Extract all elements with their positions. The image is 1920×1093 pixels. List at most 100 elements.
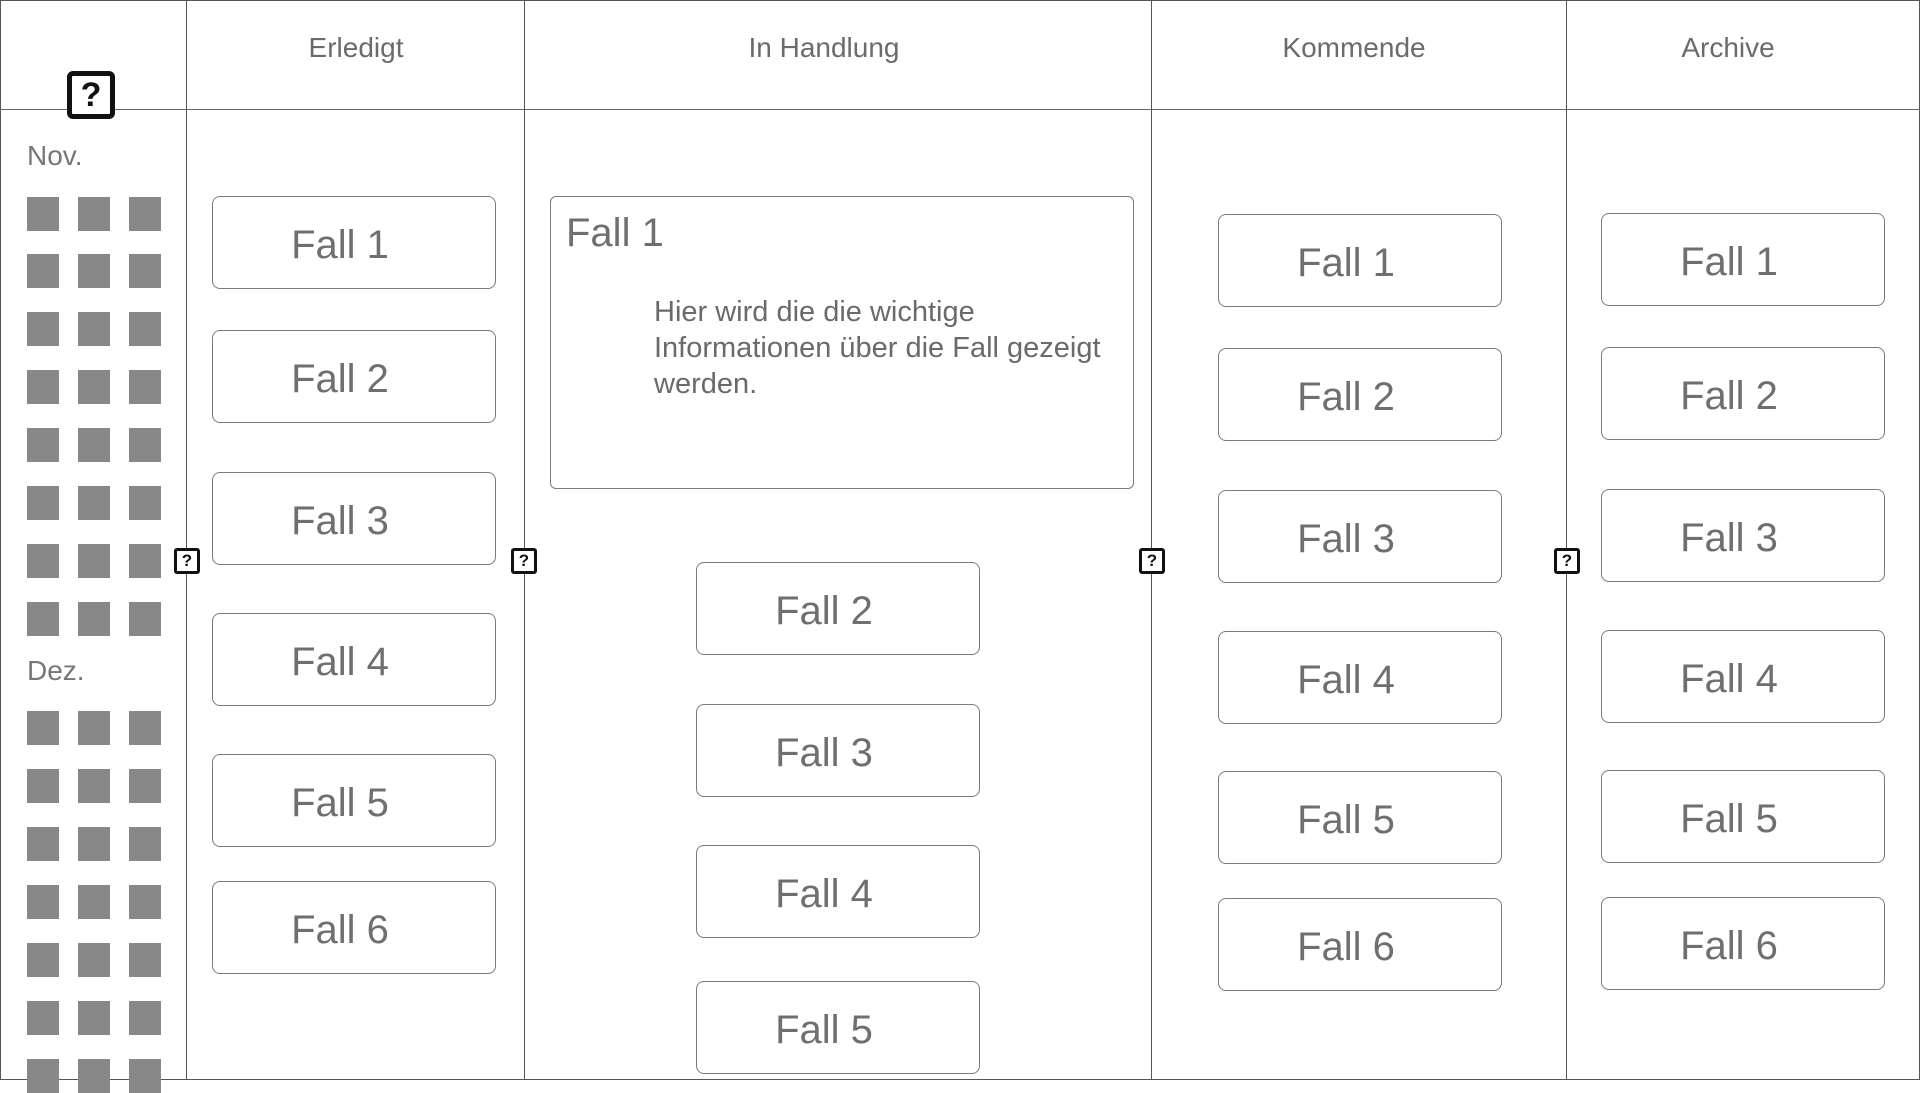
case-label: Fall 4 bbox=[1680, 657, 1778, 701]
calendar-day[interactable] bbox=[129, 769, 161, 803]
calendar-day[interactable] bbox=[129, 254, 161, 288]
calendar-day[interactable] bbox=[27, 885, 59, 919]
help-icon[interactable]: ? bbox=[67, 71, 115, 119]
calendar-day[interactable] bbox=[27, 711, 59, 745]
case-label: Fall 3 bbox=[775, 731, 873, 775]
case-label: Fall 4 bbox=[291, 640, 389, 684]
calendar-day[interactable] bbox=[27, 827, 59, 861]
case-label: Fall 5 bbox=[775, 1008, 873, 1052]
case-card-upcoming[interactable]: Fall 3 bbox=[1218, 490, 1502, 583]
case-label: Fall 2 bbox=[1680, 374, 1778, 418]
calendar-day[interactable] bbox=[27, 602, 59, 636]
calendar-day[interactable] bbox=[129, 544, 161, 578]
calendar-day[interactable] bbox=[78, 544, 110, 578]
calendar-day[interactable] bbox=[129, 1001, 161, 1035]
case-label: Fall 2 bbox=[775, 589, 873, 633]
case-card-in-progress[interactable]: Fall 2 bbox=[696, 562, 980, 655]
calendar-day[interactable] bbox=[27, 544, 59, 578]
calendar-day[interactable] bbox=[78, 602, 110, 636]
calendar-day[interactable] bbox=[129, 602, 161, 636]
calendar-day[interactable] bbox=[27, 370, 59, 404]
calendar-day[interactable] bbox=[27, 486, 59, 520]
case-card-upcoming[interactable]: Fall 2 bbox=[1218, 348, 1502, 441]
case-label: Fall 2 bbox=[291, 357, 389, 401]
case-label: Fall 4 bbox=[1297, 658, 1395, 702]
calendar-day[interactable] bbox=[78, 1001, 110, 1035]
calendar-day[interactable] bbox=[129, 370, 161, 404]
calendar-day[interactable] bbox=[78, 827, 110, 861]
calendar-day[interactable] bbox=[129, 885, 161, 919]
calendar-day[interactable] bbox=[27, 254, 59, 288]
calendar-day[interactable] bbox=[27, 769, 59, 803]
calendar-day[interactable] bbox=[78, 943, 110, 977]
case-card-archive[interactable]: Fall 1 bbox=[1601, 213, 1885, 306]
calendar-day[interactable] bbox=[27, 943, 59, 977]
calendar-day[interactable] bbox=[27, 197, 59, 231]
expanded-case-title: Fall 1 bbox=[566, 211, 664, 255]
calendar-day[interactable] bbox=[129, 943, 161, 977]
help-icon-small[interactable]: ? bbox=[511, 548, 537, 574]
case-card-upcoming[interactable]: Fall 4 bbox=[1218, 631, 1502, 724]
calendar-day[interactable] bbox=[78, 254, 110, 288]
case-card-archive[interactable]: Fall 3 bbox=[1601, 489, 1885, 582]
case-card-upcoming[interactable]: Fall 1 bbox=[1218, 214, 1502, 307]
case-card-archive[interactable]: Fall 6 bbox=[1601, 897, 1885, 990]
case-card-done[interactable]: Fall 1 bbox=[212, 196, 496, 289]
calendar-day[interactable] bbox=[129, 1059, 161, 1093]
calendar-day[interactable] bbox=[129, 827, 161, 861]
case-label: Fall 1 bbox=[1680, 240, 1778, 284]
case-card-in-progress[interactable]: Fall 5 bbox=[696, 981, 980, 1074]
case-card-archive[interactable]: Fall 5 bbox=[1601, 770, 1885, 863]
calendar-day[interactable] bbox=[27, 1001, 59, 1035]
calendar-day[interactable] bbox=[129, 486, 161, 520]
calendar-day[interactable] bbox=[129, 428, 161, 462]
calendar-day[interactable] bbox=[129, 312, 161, 346]
expanded-case-card[interactable]: Fall 1 Hier wird die die wichtige Inform… bbox=[550, 196, 1134, 489]
calendar-day[interactable] bbox=[129, 197, 161, 231]
column-title-in-handlung: In Handlung bbox=[748, 32, 900, 63]
case-label: Fall 6 bbox=[1680, 924, 1778, 968]
case-label: Fall 1 bbox=[291, 223, 389, 267]
calendar-day[interactable] bbox=[78, 885, 110, 919]
header-divider bbox=[0, 109, 1920, 110]
case-label: Fall 6 bbox=[291, 908, 389, 952]
column-divider-2 bbox=[524, 0, 525, 1080]
calendar-day[interactable] bbox=[78, 197, 110, 231]
column-divider-1 bbox=[186, 0, 187, 1080]
case-card-done[interactable]: Fall 3 bbox=[212, 472, 496, 565]
case-label: Fall 1 bbox=[1297, 241, 1395, 285]
month-label-dez: Dez. bbox=[27, 655, 85, 686]
case-label: Fall 5 bbox=[291, 781, 389, 825]
calendar-day[interactable] bbox=[27, 312, 59, 346]
case-card-in-progress[interactable]: Fall 3 bbox=[696, 704, 980, 797]
case-label: Fall 3 bbox=[1680, 516, 1778, 560]
case-label: Fall 5 bbox=[1680, 797, 1778, 841]
calendar-day[interactable] bbox=[129, 711, 161, 745]
case-card-done[interactable]: Fall 5 bbox=[212, 754, 496, 847]
calendar-day[interactable] bbox=[78, 769, 110, 803]
calendar-day[interactable] bbox=[78, 312, 110, 346]
help-icon-small[interactable]: ? bbox=[1139, 548, 1165, 574]
calendar-day[interactable] bbox=[78, 1059, 110, 1093]
calendar-day[interactable] bbox=[78, 428, 110, 462]
calendar-day[interactable] bbox=[78, 486, 110, 520]
case-card-done[interactable]: Fall 4 bbox=[212, 613, 496, 706]
case-label: Fall 5 bbox=[1297, 798, 1395, 842]
case-card-upcoming[interactable]: Fall 5 bbox=[1218, 771, 1502, 864]
case-card-in-progress[interactable]: Fall 4 bbox=[696, 845, 980, 938]
calendar-day[interactable] bbox=[27, 1059, 59, 1093]
calendar-day[interactable] bbox=[27, 428, 59, 462]
case-card-done[interactable]: Fall 2 bbox=[212, 330, 496, 423]
calendar-day[interactable] bbox=[78, 370, 110, 404]
help-icon-small[interactable]: ? bbox=[174, 548, 200, 574]
case-label: Fall 3 bbox=[291, 499, 389, 543]
help-icon-small[interactable]: ? bbox=[1554, 548, 1580, 574]
case-card-archive[interactable]: Fall 2 bbox=[1601, 347, 1885, 440]
month-label-nov: Nov. bbox=[27, 140, 83, 171]
case-card-upcoming[interactable]: Fall 6 bbox=[1218, 898, 1502, 991]
case-label: Fall 4 bbox=[775, 872, 873, 916]
case-card-archive[interactable]: Fall 4 bbox=[1601, 630, 1885, 723]
column-title-kommende: Kommende bbox=[1282, 32, 1426, 63]
calendar-day[interactable] bbox=[78, 711, 110, 745]
case-card-done[interactable]: Fall 6 bbox=[212, 881, 496, 974]
